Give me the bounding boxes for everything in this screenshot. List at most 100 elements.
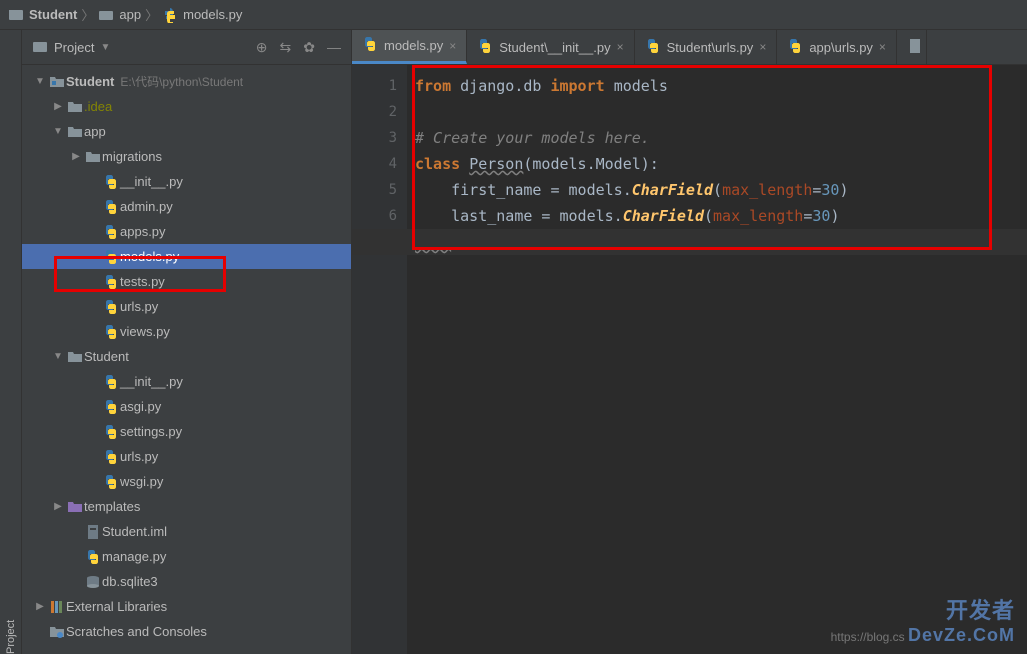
close-icon[interactable]: × xyxy=(449,39,456,53)
py-icon xyxy=(102,199,120,215)
dir-purple-icon xyxy=(66,499,84,515)
code-line[interactable]: last_name = models.CharField(max_length=… xyxy=(415,203,1027,229)
tree-item-label: __init__.py xyxy=(120,174,183,189)
editor-tab[interactable]: d× xyxy=(897,30,927,64)
py-icon xyxy=(362,36,378,55)
tree-item-label: asgi.py xyxy=(120,399,161,414)
tree-item-label: __init__.py xyxy=(120,374,183,389)
dir-icon xyxy=(66,124,84,140)
editor-tab[interactable]: models.py× xyxy=(352,30,467,64)
tree-item-label: app xyxy=(84,124,106,139)
tree-item-label: External Libraries xyxy=(66,599,167,614)
close-icon[interactable]: × xyxy=(879,40,886,54)
py-icon xyxy=(787,38,803,57)
project-panel: Project ▼ ⊕ ⇆ ✿ — ▼StudentE:\代码\python\S… xyxy=(22,30,352,654)
watermark: 开发者 https://blog.cs DevZe.CoM xyxy=(831,593,1015,646)
expand-collapse-button[interactable]: ⇆ xyxy=(280,39,292,56)
tree-item[interactable]: __init__.py xyxy=(22,369,351,394)
py-icon xyxy=(102,449,120,465)
expand-arrow-icon[interactable]: ▶ xyxy=(68,151,84,162)
editor-body[interactable]: 123456 from django.db import models # Cr… xyxy=(352,65,1027,654)
code-line[interactable]: class Person(models.Model): xyxy=(415,151,1027,177)
tree-item[interactable]: models.py xyxy=(22,244,351,269)
line-number: 2 xyxy=(352,99,397,125)
editor-tab[interactable]: Student\urls.py × xyxy=(635,30,778,64)
tab-label: Student\urls.py xyxy=(667,40,754,55)
tree-item[interactable]: ▶migrations xyxy=(22,144,351,169)
tool-window-label: Project xyxy=(5,60,17,654)
tree-item[interactable]: Student.iml xyxy=(22,519,351,544)
expand-arrow-icon[interactable]: ▼ xyxy=(32,76,48,87)
py-icon xyxy=(102,224,120,240)
tree-item[interactable]: ▶ External Libraries xyxy=(22,594,351,619)
tree-item-label: urls.py xyxy=(120,449,158,464)
line-number: 1 xyxy=(352,73,397,99)
py-icon xyxy=(102,474,120,490)
tree-item[interactable]: manage.py xyxy=(22,544,351,569)
editor-tab[interactable]: app\urls.py × xyxy=(777,30,897,64)
breadcrumb-item[interactable]: Student xyxy=(8,7,77,23)
breadcrumb-label: models.py xyxy=(183,7,242,22)
project-tree[interactable]: ▼StudentE:\代码\python\Student▶.idea▼app▶m… xyxy=(22,65,351,654)
code-area[interactable]: from django.db import models # Create yo… xyxy=(407,65,1027,654)
project-icon xyxy=(32,39,48,55)
tree-item[interactable]: db.sqlite3 xyxy=(22,569,351,594)
close-icon[interactable]: × xyxy=(759,40,766,54)
tree-item[interactable]: asgi.py xyxy=(22,394,351,419)
breadcrumb-item[interactable]: models.py xyxy=(162,7,242,23)
py-icon xyxy=(477,38,493,57)
project-icon xyxy=(8,7,24,23)
tree-item[interactable]: urls.py xyxy=(22,294,351,319)
tree-item[interactable]: admin.py xyxy=(22,194,351,219)
tree-item[interactable]: ▼StudentE:\代码\python\Student xyxy=(22,69,351,94)
minimize-button[interactable]: — xyxy=(327,39,341,55)
tree-item[interactable]: ▼ app xyxy=(22,119,351,144)
py-icon xyxy=(102,274,120,290)
tree-item[interactable]: Scratches and Consoles xyxy=(22,619,351,644)
code-line[interactable] xyxy=(415,99,1027,125)
expand-arrow-icon[interactable]: ▶ xyxy=(50,101,66,112)
file-icon xyxy=(907,38,923,57)
tree-item-label: templates xyxy=(84,499,140,514)
expand-arrow-icon[interactable]: ▶ xyxy=(50,501,66,512)
dir-icon xyxy=(84,149,102,165)
close-icon[interactable]: × xyxy=(617,40,624,54)
editor-tab[interactable]: Student\__init__.py× xyxy=(467,30,634,64)
code-line[interactable]: first_name = models.CharField(max_length… xyxy=(415,177,1027,203)
tree-item-label: db.sqlite3 xyxy=(102,574,158,589)
tree-item-hint: E:\代码\python\Student xyxy=(120,73,243,90)
select-opened-file-button[interactable]: ⊕ xyxy=(256,39,268,56)
tree-item-label: apps.py xyxy=(120,224,166,239)
py-icon xyxy=(102,424,120,440)
settings-button[interactable]: ✿ xyxy=(303,39,315,56)
chevron-right-icon: 〉 xyxy=(81,5,94,24)
tree-item-label: Student xyxy=(84,349,129,364)
tree-item[interactable]: ▶ templates xyxy=(22,494,351,519)
code-line[interactable]: # Create your models here. xyxy=(415,125,1027,151)
tree-item[interactable]: tests.py xyxy=(22,269,351,294)
tree-item-label: admin.py xyxy=(120,199,173,214)
tree-item[interactable]: apps.py xyxy=(22,219,351,244)
tree-item[interactable]: ▼ Student xyxy=(22,344,351,369)
expand-arrow-icon[interactable]: ▼ xyxy=(50,126,66,137)
tree-item[interactable]: settings.py xyxy=(22,419,351,444)
dropdown-arrow-icon[interactable]: ▼ xyxy=(100,42,110,53)
breadcrumb-item[interactable]: app xyxy=(98,7,141,23)
code-line[interactable]: from django.db import models xyxy=(415,73,1027,99)
breadcrumb-bar: Student 〉 app 〉 models.py xyxy=(0,0,1027,30)
expand-arrow-icon[interactable]: ▶ xyxy=(32,601,48,612)
tab-label: app\urls.py xyxy=(809,40,873,55)
py-icon xyxy=(102,374,120,390)
tree-item[interactable]: wsgi.py xyxy=(22,469,351,494)
tool-window-stripe[interactable]: Project xyxy=(0,30,22,654)
expand-arrow-icon[interactable]: ▼ xyxy=(50,351,66,362)
line-number: 3 xyxy=(352,125,397,151)
code-line[interactable]: ~~~~ xyxy=(415,229,1027,255)
project-panel-title: Project xyxy=(54,40,94,55)
tree-item[interactable]: ▶.idea xyxy=(22,94,351,119)
editor-tabs: models.py×Student\__init__.py×Student\ur… xyxy=(352,30,1027,65)
tree-item-label: models.py xyxy=(120,249,179,264)
tree-item[interactable]: urls.py xyxy=(22,444,351,469)
tree-item[interactable]: __init__.py xyxy=(22,169,351,194)
tree-item[interactable]: views.py xyxy=(22,319,351,344)
